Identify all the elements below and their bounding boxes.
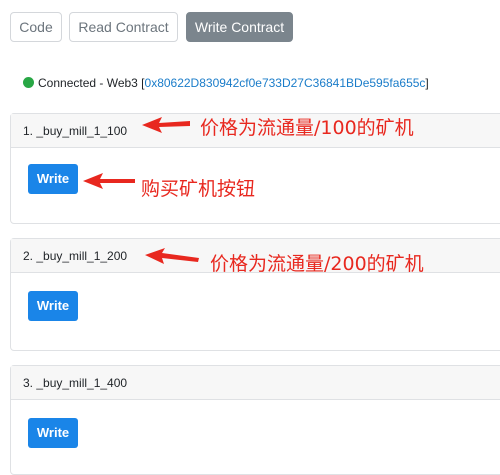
annotation-arrow-1-icon <box>142 117 190 133</box>
tab-read-contract[interactable]: Read Contract <box>69 12 178 42</box>
tab-code[interactable]: Code <box>10 12 62 42</box>
connection-bracket: ] <box>425 76 429 90</box>
annotation-buy-button: 购买矿机按钮 <box>141 178 256 200</box>
write-button-1[interactable]: Write <box>28 164 78 194</box>
annotation-arrow-2-icon <box>83 173 135 189</box>
connected-indicator-icon <box>23 77 34 88</box>
connection-status: Connected - Web3 [0x80622D830942cf0e733D… <box>23 76 429 90</box>
contract-address-link[interactable]: 0x80622D830942cf0e733D27C36841BDe595fa65… <box>145 76 426 90</box>
write-button-2[interactable]: Write <box>28 291 78 321</box>
annotation-price-200: 价格为流通量/200的矿机 <box>210 253 424 275</box>
function-header-3[interactable]: 3. _buy_mill_1_400 <box>11 366 500 400</box>
annotation-price-100: 价格为流通量/100的矿机 <box>200 117 414 139</box>
annotation-arrow-3-icon <box>145 248 199 264</box>
function-card-3: 3. _buy_mill_1_400 Write <box>10 365 500 475</box>
tab-write-contract[interactable]: Write Contract <box>186 12 293 42</box>
write-button-3[interactable]: Write <box>28 418 78 448</box>
connection-label: Connected - Web3 [ <box>38 76 145 90</box>
